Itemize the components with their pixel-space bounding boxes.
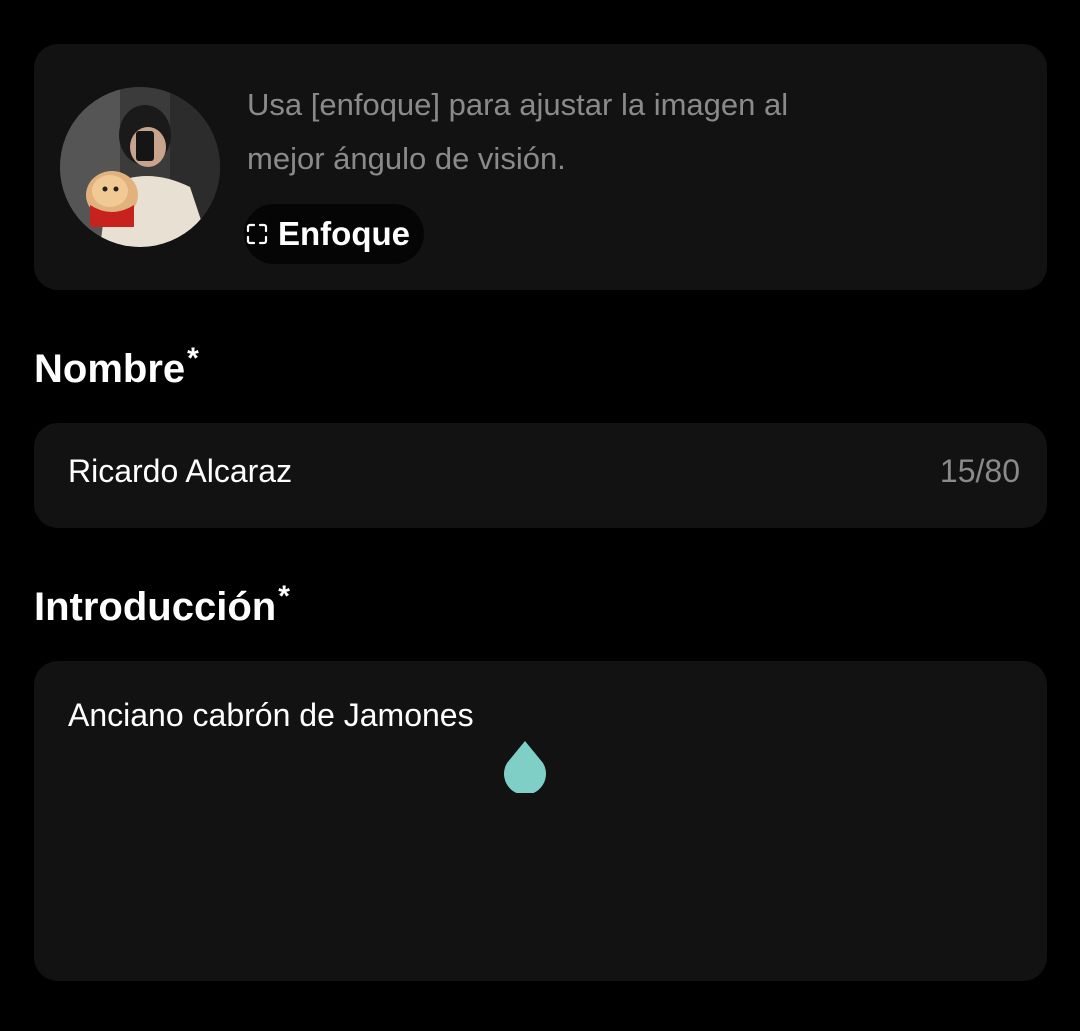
focus-hint-text: Usa [enfoque] para ajustar la imagen al … [247,87,789,176]
intro-label: Introducción* [34,580,290,630]
name-char-counter: 15/80 [939,453,1020,489]
avatar-photo [60,87,220,247]
required-mark: * [187,342,199,375]
required-mark: * [278,580,290,613]
name-input-value[interactable]: Ricardo Alcaraz [68,453,292,490]
name-label: Nombre* [34,342,199,392]
intro-textarea-value[interactable]: Anciano cabrón de Jamones [68,697,474,734]
name-label-text: Nombre [34,347,186,391]
focus-frame-icon [244,221,270,247]
name-field[interactable]: Ricardo Alcaraz 15/80 [34,423,1047,528]
avatar[interactable] [60,87,220,247]
focus-button-label: Enfoque [278,215,410,252]
focus-button[interactable]: Enfoque [244,204,424,264]
intro-field[interactable]: Anciano cabrón de Jamones [34,661,1047,981]
intro-label-text: Introducción [34,585,277,629]
text-cursor-handle-icon[interactable] [502,739,548,793]
